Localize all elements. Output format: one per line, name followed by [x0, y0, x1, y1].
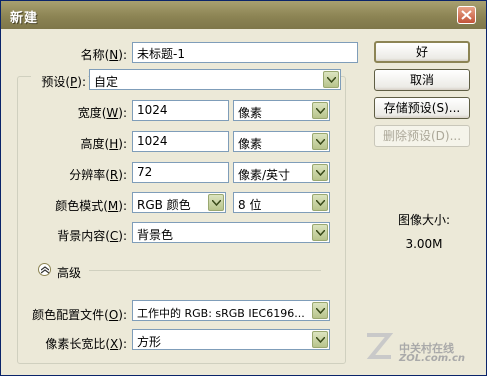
new-document-dialog: 新建 名称(N): 未标题-1 预设(P): 自定 宽度(W): 1024 像素… [0, 0, 487, 376]
height-input[interactable]: 1024 [132, 131, 229, 152]
resolution-unit-value: 像素/英寸 [238, 168, 291, 182]
preset-label: 预设(P): [31, 73, 88, 90]
color-profile-select[interactable]: 工作中的 RGB: sRGB IEC6196... [132, 300, 330, 321]
advanced-label[interactable]: 高级 [57, 264, 81, 281]
cancel-button[interactable]: 取消 [374, 69, 470, 91]
color-mode-value: RGB 颜色 [137, 198, 191, 212]
height-unit-value: 像素 [238, 137, 263, 151]
width-label: 宽度(W): [77, 106, 127, 120]
pixel-aspect-value: 方形 [137, 335, 162, 349]
chevron-down-icon[interactable] [312, 133, 328, 150]
color-profile-value: 工作中的 RGB: sRGB IEC6196... [137, 307, 305, 320]
name-label: 名称(N): [80, 48, 127, 62]
ok-button[interactable]: 好 [374, 41, 470, 63]
width-unit-select[interactable]: 像素 [233, 100, 330, 121]
chevron-down-icon[interactable] [312, 164, 328, 181]
color-profile-label: 颜色配置文件(O): [32, 308, 127, 322]
color-mode-select[interactable]: RGB 颜色 [132, 192, 226, 213]
width-unit-value: 像素 [238, 106, 263, 120]
resolution-unit-select[interactable]: 像素/英寸 [233, 162, 330, 183]
name-input[interactable]: 未标题-1 [132, 42, 358, 63]
preset-select[interactable]: 自定 [89, 69, 341, 90]
chevron-down-icon[interactable] [208, 194, 224, 211]
height-label: 高度(H): [80, 137, 127, 151]
title-bar[interactable]: 新建 [1, 1, 486, 29]
image-size-label: 图像大小: [397, 213, 451, 227]
watermark-subtext: ZOL.com.cn [399, 353, 465, 364]
image-size-value: 3.00M [405, 237, 443, 251]
delete-preset-button: 删除预设(D)... [374, 125, 470, 147]
resolution-label: 分辨率(R): [69, 168, 127, 182]
chevron-up-icon [41, 266, 49, 274]
chevron-down-icon[interactable] [323, 71, 339, 88]
advanced-divider [89, 270, 321, 271]
advanced-toggle-button[interactable] [38, 263, 51, 276]
save-preset-button[interactable]: 存储预设(S)... [374, 97, 470, 119]
chevron-down-icon[interactable] [312, 194, 328, 211]
background-select[interactable]: 背景色 [132, 222, 330, 243]
close-button[interactable] [457, 6, 476, 24]
chevron-down-icon[interactable] [312, 224, 328, 241]
background-label: 背景内容(C): [57, 229, 127, 243]
pixel-aspect-select[interactable]: 方形 [132, 329, 330, 350]
pixel-aspect-label: 像素长宽比(X): [45, 337, 127, 351]
background-value: 背景色 [137, 228, 174, 242]
width-input[interactable]: 1024 [132, 100, 229, 121]
height-unit-select[interactable]: 像素 [233, 131, 330, 152]
preset-value: 自定 [94, 75, 119, 89]
chevron-down-icon[interactable] [312, 102, 328, 119]
resolution-input[interactable]: 72 [132, 162, 229, 183]
color-mode-label: 颜色模式(M): [55, 199, 127, 213]
watermark-logo-icon [366, 333, 393, 359]
bit-depth-value: 8 位 [238, 198, 262, 212]
chevron-down-icon[interactable] [312, 331, 328, 348]
bit-depth-select[interactable]: 8 位 [233, 192, 330, 213]
close-icon [461, 10, 472, 20]
dialog-title: 新建 [10, 11, 39, 26]
chevron-down-icon[interactable] [312, 302, 328, 319]
